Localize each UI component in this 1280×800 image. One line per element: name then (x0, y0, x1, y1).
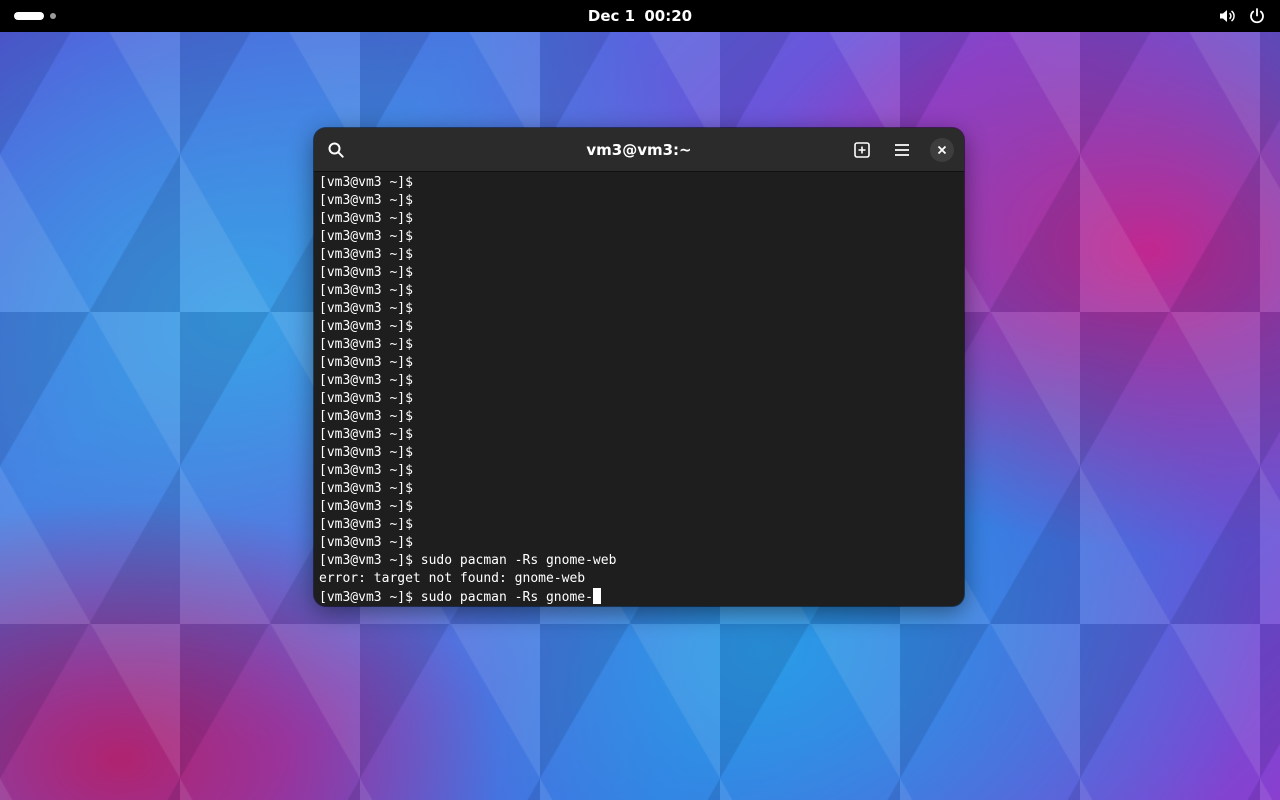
terminal-line: [vm3@vm3 ~]$ (319, 373, 413, 388)
terminal-line: [vm3@vm3 ~]$ (319, 499, 413, 514)
terminal-window[interactable]: vm3@vm3:~ [vm3@vm3 ~]$ [vm3@vm3 ~]$ [vm3@v… (314, 128, 964, 606)
terminal-line: [vm3@vm3 ~]$ (319, 247, 413, 262)
text-cursor (592, 588, 601, 604)
system-tray[interactable] (1218, 7, 1266, 25)
terminal-line: [vm3@vm3 ~]$ (319, 211, 413, 226)
close-button[interactable] (928, 136, 956, 164)
menu-icon (895, 144, 909, 156)
terminal-line: [vm3@vm3 ~]$ (319, 229, 413, 244)
terminal-line: error: target not found: gnome-web (319, 571, 586, 586)
clock[interactable]: Dec 1 00:20 (0, 0, 1280, 32)
new-tab-icon (854, 142, 870, 158)
power-icon[interactable] (1248, 7, 1266, 25)
terminal-line: [vm3@vm3 ~]$ (319, 319, 413, 334)
terminal-line: [vm3@vm3 ~]$ (319, 427, 413, 442)
terminal-line: [vm3@vm3 ~]$ (319, 463, 413, 478)
terminal-line: [vm3@vm3 ~]$ sudo pacman -Rs gnome-web (319, 553, 617, 568)
terminal-line: [vm3@vm3 ~]$ (319, 283, 413, 298)
terminal-line: [vm3@vm3 ~]$ (319, 265, 413, 280)
terminal-line: [vm3@vm3 ~]$ (319, 175, 413, 190)
terminal-line: [vm3@vm3 ~]$ (319, 517, 413, 532)
main-menu-button[interactable] (888, 136, 916, 164)
terminal-line: [vm3@vm3 ~]$ (319, 535, 413, 550)
clock-time: 00:20 (644, 7, 693, 25)
close-icon (937, 145, 947, 155)
terminal-line: [vm3@vm3 ~]$ (319, 391, 413, 406)
terminal-input-line[interactable]: [vm3@vm3 ~]$ sudo pacman -Rs gnome- (319, 588, 959, 606)
new-tab-button[interactable] (848, 136, 876, 164)
terminal-line: [vm3@vm3 ~]$ (319, 355, 413, 370)
terminal-line: [vm3@vm3 ~]$ (319, 409, 413, 424)
terminal-line: [vm3@vm3 ~]$ (319, 301, 413, 316)
terminal-line: [vm3@vm3 ~]$ (319, 481, 413, 496)
terminal-line: [vm3@vm3 ~]$ (319, 337, 413, 352)
header-bar[interactable]: vm3@vm3:~ (314, 128, 964, 172)
terminal-input-text: [vm3@vm3 ~]$ sudo pacman -Rs gnome- (319, 590, 593, 605)
volume-icon[interactable] (1218, 7, 1236, 25)
terminal-output[interactable]: [vm3@vm3 ~]$ [vm3@vm3 ~]$ [vm3@vm3 ~]$ [vm3… (319, 174, 959, 606)
terminal-line: [vm3@vm3 ~]$ (319, 445, 413, 460)
top-bar: Dec 1 00:20 (0, 0, 1280, 32)
clock-date: Dec 1 (587, 7, 636, 25)
terminal-line: [vm3@vm3 ~]$ (319, 193, 413, 208)
